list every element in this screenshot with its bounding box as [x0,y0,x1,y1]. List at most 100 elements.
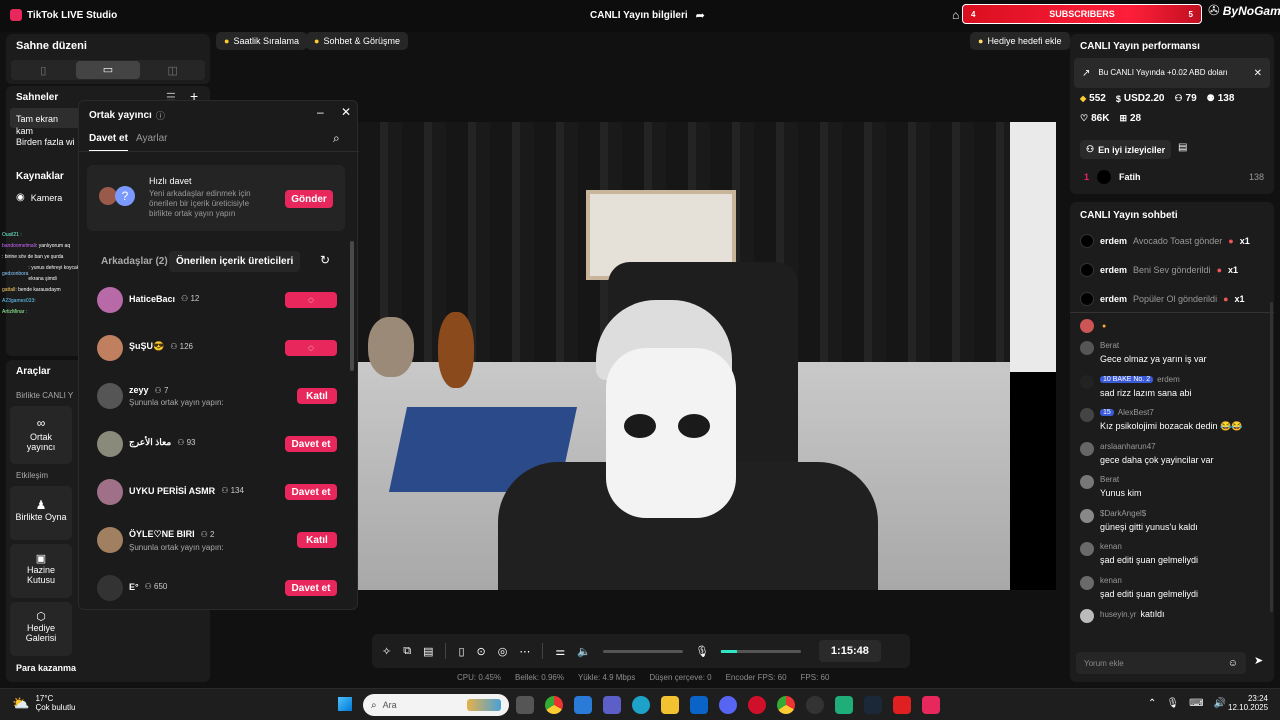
chat-user[interactable]: $DarkAngel$ [1100,509,1146,518]
cohost-tool[interactable]: ∞ Ortak yayıncı [10,406,72,464]
gift-gallery-tool[interactable]: ⬡ Hediye Galerisi [10,602,72,656]
stream-info-title[interactable]: CANLI Yayın bilgileri [590,10,688,21]
top-viewers-button[interactable]: ⚇ En iyi izleyiciler [1080,140,1172,159]
mic-level-slider[interactable] [720,649,801,653]
chat-call-chip[interactable]: ● Sohbet & Görüşme [306,32,408,50]
chat-user[interactable]: Berat [1100,475,1119,484]
hourly-ranking-chip[interactable]: ● Saatlik Sıralama [216,32,307,50]
home-icon[interactable]: ⌂ [952,8,959,22]
creator-action-button[interactable]: Davet et [285,436,337,452]
chevron-up-icon[interactable]: ⌃ [1148,698,1156,709]
avatar[interactable] [97,431,123,457]
mixed-layout-button[interactable]: ◫ [140,64,205,77]
avatar[interactable] [97,287,123,313]
obs-icon[interactable] [806,696,824,714]
magic-icon[interactable]: ✧ [382,645,391,658]
camera-source[interactable]: Kamera [31,193,63,203]
tiktok-icon[interactable] [922,696,940,714]
app-icon[interactable] [835,696,853,714]
phone-icon[interactable]: ▯ [458,645,464,658]
send-icon[interactable]: ➤ [1254,654,1263,667]
avatar[interactable] [97,383,123,409]
tab-settings[interactable]: Ayarlar [136,133,168,144]
chat-user[interactable]: AlexBest7 [1118,408,1154,417]
youtube-icon[interactable] [893,696,911,714]
emoji-icon[interactable]: ☺ [1228,658,1238,669]
chat-user[interactable]: kenan [1100,542,1122,551]
steam-icon[interactable] [864,696,882,714]
camera-settings-icon[interactable]: ◎ [498,645,508,658]
outlook-icon[interactable] [690,696,708,714]
list-icon[interactable]: ▤ [1178,142,1187,153]
volume-icon[interactable]: 🔊 [1214,698,1226,709]
friends-tab[interactable]: Arkadaşlar (2) [101,256,168,267]
creator-action-button[interactable]: Davet et [285,484,337,500]
chat-user[interactable]: kenan [1100,576,1122,585]
tab-invite[interactable]: Davet et [89,133,128,152]
avatar[interactable] [97,335,123,361]
chrome-icon[interactable] [777,696,795,714]
search-icon[interactable]: ⌕ [333,131,340,146]
chat-user[interactable]: erdem [1157,375,1180,384]
weather-desc: Çok bulutlu [35,703,76,712]
avatar[interactable] [97,527,123,553]
refresh-icon[interactable]: ↻ [320,253,330,267]
microphone-icon[interactable]: 🎙 [695,645,709,658]
avatar[interactable] [97,479,123,505]
chrome-icon[interactable] [545,696,563,714]
top-viewer-row[interactable]: 1 Fatih 138 [1084,170,1264,184]
skull-mask [606,348,736,518]
creator-action-button[interactable]: Katıl [297,532,337,548]
share-icon[interactable]: ➦ [696,9,705,22]
more-icon[interactable]: ⋯ [519,645,530,658]
loading-button[interactable]: ◌ [285,292,337,308]
weather-icon[interactable]: ⛅ [12,695,29,712]
taskbar-search[interactable]: ⌕ Ara [363,694,509,716]
suggested-tab[interactable]: Önerilen içerik üreticileri [169,251,301,272]
avatar[interactable] [97,575,123,601]
play-together-tool[interactable]: ♟ Birlikte Oyna [10,486,72,540]
store-icon[interactable] [574,696,592,714]
creator-action-button[interactable]: Katıl [297,388,337,404]
scene-item[interactable]: Tam ekran kam [10,108,80,136]
windows-start-icon[interactable] [338,697,352,711]
scene-item[interactable]: Birden fazla wi [16,136,75,148]
close-icon[interactable]: ✕ [341,105,351,119]
discord-icon[interactable] [719,696,737,714]
creator-action-button[interactable]: Davet et [285,580,337,596]
chat-user[interactable]: arslaanharun47 [1100,442,1156,451]
gift-message: erdem Beni Sev gönderildi ● x1 [1080,255,1270,284]
video-preview[interactable] [358,122,1056,590]
effects-icon[interactable]: ⧉ [403,645,411,658]
help-icon[interactable]: ⓘ [156,109,165,122]
gift-user: erdem [1100,264,1128,275]
loading-button[interactable]: ◌ [285,340,337,356]
chat-scrollbar[interactable] [1270,302,1273,612]
landscape-layout-button[interactable]: ▭ [75,61,141,79]
record-icon[interactable]: ⊙ [477,645,486,658]
scrollbar[interactable] [350,241,354,371]
microphone-icon[interactable]: 🎙 [1166,698,1179,709]
close-icon[interactable]: ✕ [1254,68,1262,79]
comment-input[interactable]: Yorum ekle ☺ [1076,652,1246,674]
chat-user[interactable]: huseyin.yr [1100,610,1136,619]
network-icon[interactable]: ⌨ [1189,698,1203,709]
explorer-icon[interactable] [661,696,679,714]
chat-text: sad rizz lazım sana abi [1100,387,1192,398]
opera-icon[interactable] [748,696,766,714]
minimize-icon[interactable]: – [317,105,324,119]
volume-slider[interactable] [602,649,683,653]
task-view-icon[interactable] [516,696,534,714]
gift-icon: ● [1223,293,1229,304]
send-button[interactable]: Gönder [285,190,333,208]
bulb-icon: ● [978,36,984,46]
treasure-box-tool[interactable]: ▣ Hazine Kutusu [10,544,72,598]
screen-icon[interactable]: ▤ [423,645,433,658]
gift-goal-chip[interactable]: ● Hediye hedefi ekle [970,32,1070,50]
edge-icon[interactable] [632,696,650,714]
speaker-icon[interactable]: 🔈 [577,645,591,658]
mixer-icon[interactable]: ⚌ [555,645,565,658]
chat-user[interactable]: Berat [1100,341,1119,350]
teams-icon[interactable] [603,696,621,714]
portrait-layout-button[interactable]: ▯ [11,64,76,77]
